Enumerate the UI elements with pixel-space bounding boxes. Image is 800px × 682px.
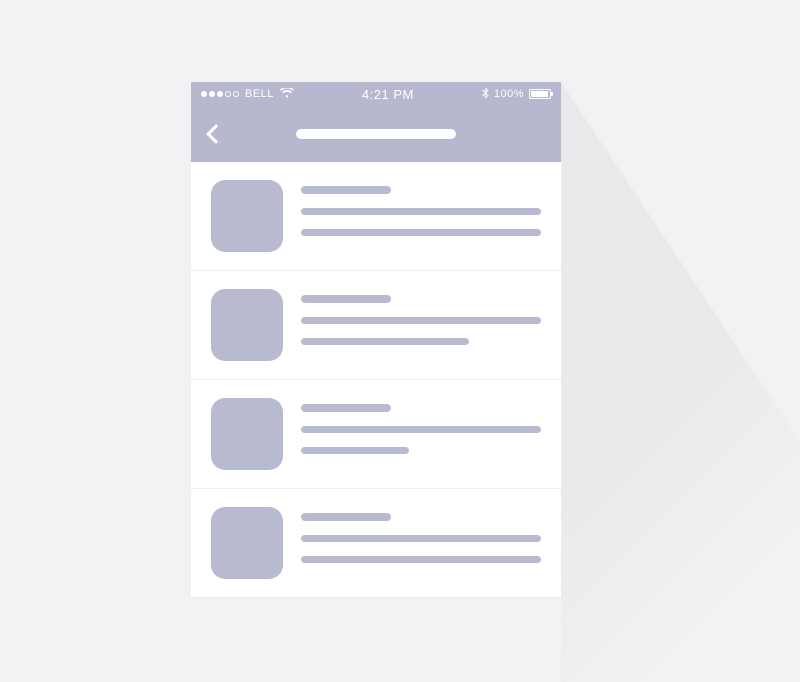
item-thumbnail (211, 398, 283, 470)
phone-frame: BELL 4:21 PM 100% Back (191, 82, 561, 598)
item-text (301, 180, 541, 252)
item-line-placeholder (301, 535, 541, 542)
page-title-placeholder (296, 129, 456, 139)
list-item[interactable] (191, 271, 561, 380)
item-title-placeholder (301, 186, 391, 194)
item-title-placeholder (301, 404, 391, 412)
list (191, 162, 561, 598)
item-title-placeholder (301, 295, 391, 303)
item-thumbnail (211, 180, 283, 252)
item-line-placeholder (301, 229, 541, 236)
back-button[interactable]: Back (206, 124, 226, 144)
item-line-placeholder (301, 338, 469, 345)
list-item[interactable] (191, 489, 561, 598)
item-thumbnail (211, 507, 283, 579)
status-right: 100% (482, 87, 551, 102)
item-line-placeholder (301, 426, 541, 433)
item-text (301, 398, 541, 470)
status-bar: BELL 4:21 PM 100% (191, 82, 561, 106)
signal-dots-icon (201, 91, 239, 97)
item-text (301, 507, 541, 579)
nav-bar: Back (191, 106, 561, 162)
list-item[interactable] (191, 162, 561, 271)
item-title-placeholder (301, 513, 391, 521)
drop-shadow (561, 82, 800, 682)
status-time: 4:21 PM (294, 87, 482, 102)
item-line-placeholder (301, 208, 541, 215)
bluetooth-icon (482, 87, 489, 102)
wifi-icon (280, 87, 294, 101)
carrier-label: BELL (245, 88, 274, 100)
item-line-placeholder (301, 317, 541, 324)
item-line-placeholder (301, 447, 409, 454)
battery-pct: 100% (494, 88, 524, 100)
battery-icon (529, 89, 551, 99)
item-line-placeholder (301, 556, 541, 563)
item-thumbnail (211, 289, 283, 361)
list-item[interactable] (191, 380, 561, 489)
status-left: BELL (201, 87, 294, 101)
item-text (301, 289, 541, 361)
